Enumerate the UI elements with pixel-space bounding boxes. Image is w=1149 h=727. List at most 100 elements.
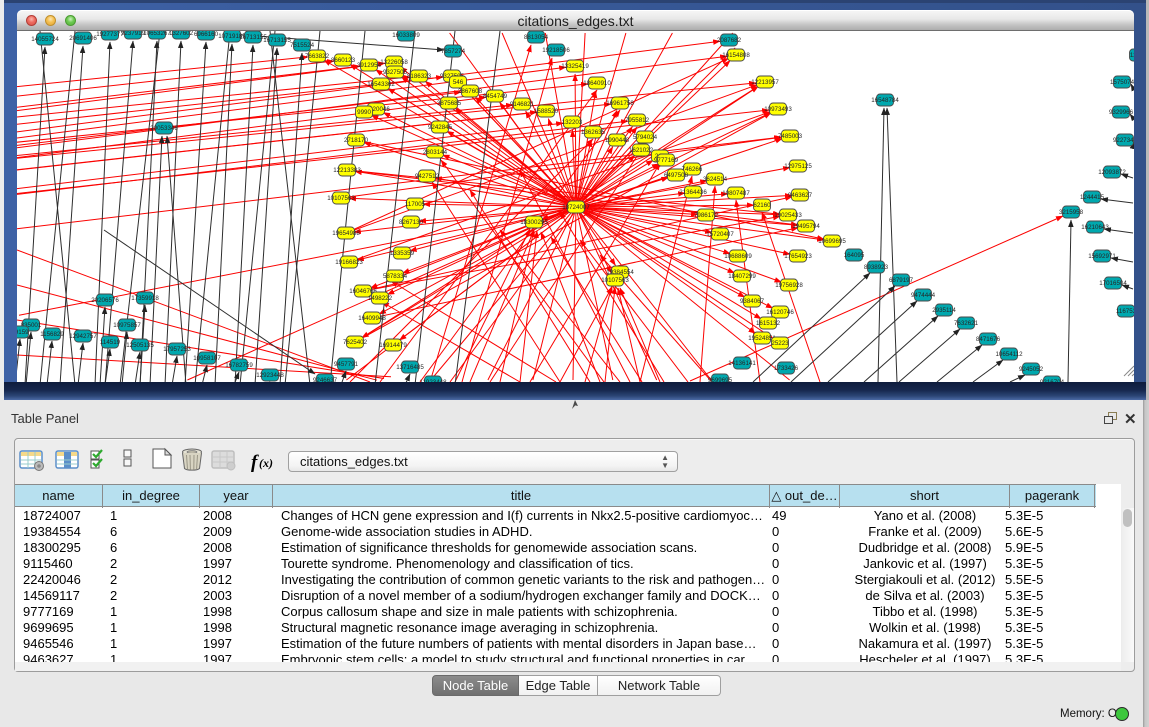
svg-text:1615132: 1615132 xyxy=(756,320,781,327)
svg-text:1362635: 1362635 xyxy=(581,129,606,136)
svg-text:16782759: 16782759 xyxy=(225,362,253,369)
svg-text:1588520: 1588520 xyxy=(534,108,559,115)
svg-text:6879197: 6879197 xyxy=(889,277,914,284)
svg-text:12213957: 12213957 xyxy=(751,79,779,86)
svg-text:16120746: 16120746 xyxy=(766,309,794,316)
svg-text:10653267: 10653267 xyxy=(143,31,171,37)
svg-text:19756928: 19756928 xyxy=(775,282,803,289)
svg-text:1575074: 1575074 xyxy=(1110,79,1134,86)
svg-text:10699695: 10699695 xyxy=(818,238,846,245)
svg-text:3912954: 3912954 xyxy=(357,62,382,69)
svg-text:62160: 62160 xyxy=(753,202,771,209)
svg-text:7857274: 7857274 xyxy=(441,48,466,55)
svg-text:10973493: 10973493 xyxy=(764,106,792,113)
svg-text:13325419: 13325419 xyxy=(561,63,589,70)
svg-text:8186323: 8186323 xyxy=(407,73,432,80)
svg-text:2087682: 2087682 xyxy=(717,37,742,44)
svg-text:17359918: 17359918 xyxy=(131,295,159,302)
svg-text:19166823: 19166823 xyxy=(335,259,363,266)
svg-text:10654112: 10654112 xyxy=(995,351,1023,358)
svg-text:7632621: 7632621 xyxy=(954,320,979,327)
svg-text:9329966: 9329966 xyxy=(1109,109,1134,116)
svg-text:13226058: 13226058 xyxy=(380,59,408,66)
svg-text:116753: 116753 xyxy=(1116,308,1134,315)
svg-text:10807487: 10807487 xyxy=(722,190,750,197)
svg-text:8267130: 8267130 xyxy=(399,219,424,226)
svg-text:114519: 114519 xyxy=(100,339,121,346)
svg-text:8471676: 8471676 xyxy=(976,336,1001,343)
svg-text:12942757: 12942757 xyxy=(69,333,97,340)
svg-text:9474444: 9474444 xyxy=(911,292,936,299)
svg-text:12975125: 12975125 xyxy=(784,163,812,170)
svg-text:20691406: 20691406 xyxy=(69,35,97,42)
svg-text:f: f xyxy=(251,452,259,473)
svg-text:5878334: 5878334 xyxy=(383,273,408,280)
svg-text:2803144: 2803144 xyxy=(423,149,448,156)
svg-text:16713155: 16713155 xyxy=(263,37,291,44)
svg-text:2718170: 2718170 xyxy=(344,137,369,144)
svg-text:2935114: 2935114 xyxy=(932,307,956,314)
svg-text:21364436: 21364436 xyxy=(679,189,707,196)
svg-text:17957253: 17957253 xyxy=(163,346,191,353)
svg-text:10107563: 10107563 xyxy=(327,195,355,202)
svg-text:8660123: 8660123 xyxy=(331,57,356,64)
svg-text:18407299: 18407299 xyxy=(728,273,756,280)
svg-text:1733426: 1733426 xyxy=(774,365,799,372)
svg-text:12093872: 12093872 xyxy=(1098,169,1126,176)
svg-text:7625402: 7625402 xyxy=(343,339,368,346)
svg-text:9777169: 9777169 xyxy=(654,157,679,164)
svg-text:16154808: 16154808 xyxy=(722,52,750,59)
svg-text:9146821: 9146821 xyxy=(510,101,535,108)
svg-text:10107563: 10107563 xyxy=(601,277,629,284)
svg-text:1244415: 1244415 xyxy=(1080,194,1105,201)
svg-text:7986172: 7986172 xyxy=(694,212,719,219)
svg-text:1156829: 1156829 xyxy=(40,331,64,338)
svg-text:16914479: 16914479 xyxy=(379,342,407,349)
svg-text:164095: 164095 xyxy=(844,252,865,259)
svg-text:10975857: 10975857 xyxy=(113,322,141,329)
svg-text:16210643: 16210643 xyxy=(1081,224,1109,231)
svg-text:19654988: 19654988 xyxy=(332,230,360,237)
svg-text:9237919: 9237919 xyxy=(121,31,146,37)
svg-text:9457791: 9457791 xyxy=(334,361,359,368)
svg-text:9427512: 9427512 xyxy=(415,173,440,180)
svg-text:1335359: 1335359 xyxy=(390,250,415,257)
svg-text:546: 546 xyxy=(453,79,464,86)
svg-text:7663822: 7663822 xyxy=(305,53,330,60)
svg-text:9242845: 9242845 xyxy=(428,124,453,131)
svg-text:39159: 39159 xyxy=(17,329,29,336)
svg-text:7485003: 7485003 xyxy=(778,133,803,140)
svg-text:5794024: 5794024 xyxy=(633,134,658,141)
svg-text:8938923: 8938923 xyxy=(864,264,889,271)
svg-text:18300295: 18300295 xyxy=(520,219,548,226)
svg-text:1621022: 1621022 xyxy=(629,147,654,154)
svg-text:7955812: 7955812 xyxy=(625,117,650,124)
svg-text:20053346: 20053346 xyxy=(150,125,178,132)
svg-text:3875685: 3875685 xyxy=(437,100,462,107)
svg-text:132203: 132203 xyxy=(562,119,583,126)
svg-text:10958107: 10958107 xyxy=(193,355,221,362)
svg-text:25223: 25223 xyxy=(771,340,789,347)
svg-text:6497508: 6497508 xyxy=(664,172,689,179)
svg-text:1498222: 1498222 xyxy=(368,295,393,302)
svg-text:1990448: 1990448 xyxy=(605,137,630,144)
svg-text:1327602: 1327602 xyxy=(169,31,194,37)
svg-text:12505135: 12505135 xyxy=(126,342,154,349)
svg-text:9227343: 9227343 xyxy=(1113,137,1134,144)
svg-text:2867608: 2867608 xyxy=(458,88,483,95)
svg-text:9327505: 9327505 xyxy=(383,69,408,76)
svg-text:20206576: 20206576 xyxy=(91,297,119,304)
svg-text:18724007: 18724007 xyxy=(562,204,590,211)
svg-text:(x): (x) xyxy=(259,456,273,470)
svg-text:117005: 117005 xyxy=(405,201,426,208)
svg-text:16033809: 16033809 xyxy=(392,32,420,39)
svg-text:16961758: 16961758 xyxy=(606,100,634,107)
svg-text:16548784: 16548784 xyxy=(871,97,899,104)
svg-text:9384067: 9384067 xyxy=(740,298,765,305)
svg-text:19218506: 19218506 xyxy=(542,47,570,54)
svg-text:19495794: 19495794 xyxy=(792,223,820,230)
svg-text:10688609: 10688609 xyxy=(724,253,752,260)
svg-text:15720407: 15720407 xyxy=(706,231,734,238)
svg-text:8813054: 8813054 xyxy=(524,34,549,41)
svg-text:7515524: 7515524 xyxy=(290,42,315,49)
